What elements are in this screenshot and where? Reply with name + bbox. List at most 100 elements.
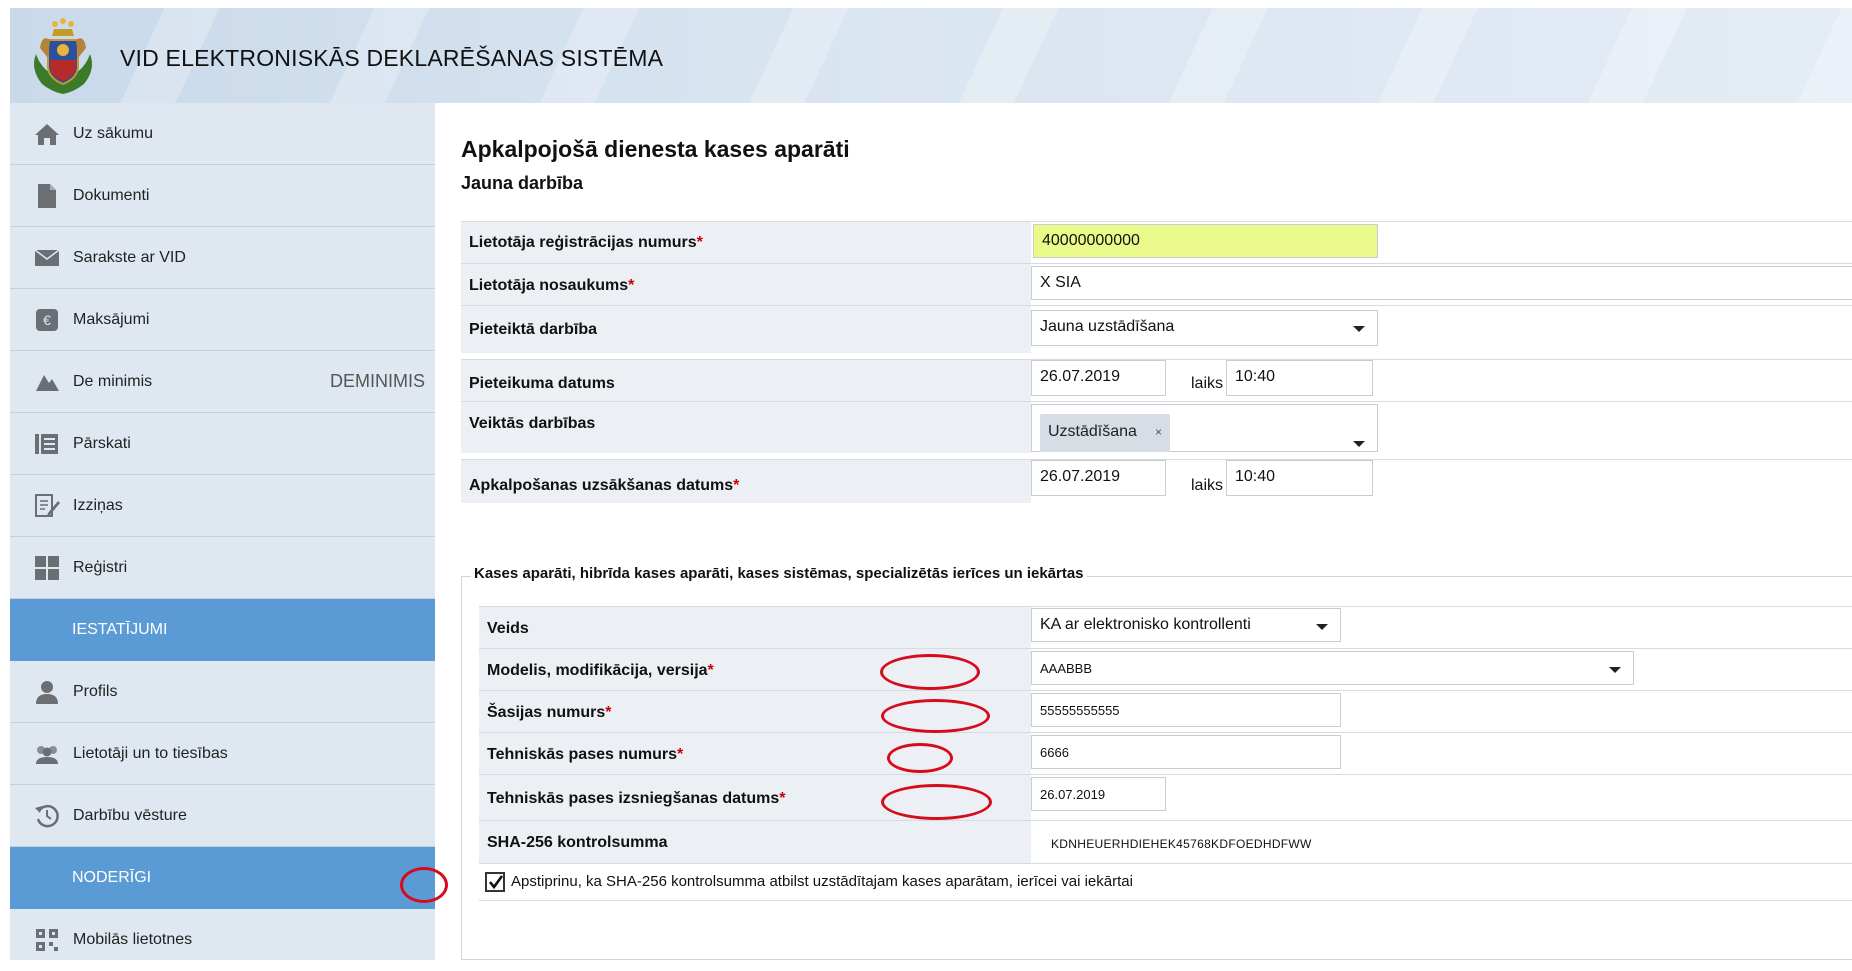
- reports-icon: [32, 429, 62, 459]
- form-row-passport-date: Tehniskās pases izsniegšanas datums* 26.…: [479, 774, 1852, 820]
- sidebar-item-label: Maksājumi: [73, 310, 150, 328]
- sidebar-section-useful: NODERĪGI: [10, 847, 435, 909]
- sidebar-item-label: Izziņas: [73, 496, 123, 514]
- passport-date-input[interactable]: 26.07.2019: [1031, 777, 1166, 811]
- grid-icon: [32, 553, 62, 583]
- device-type-select[interactable]: KA ar elektronisko kontrollenti: [1031, 608, 1341, 642]
- field-label: Veiktās darbības: [469, 415, 596, 432]
- field-cell: 26.07.2019: [1031, 775, 1852, 820]
- field-cell: Jauna uzstādīšana: [1031, 306, 1852, 353]
- field-label: Pieteikuma datums: [469, 375, 615, 392]
- field-label: Šasijas numurs*: [487, 704, 612, 721]
- app-header: VID ELEKTRONISKĀS DEKLARĒŠANAS SISTĒMA: [10, 8, 1852, 103]
- sidebar-item-label: Mobilās lietotnes: [73, 931, 193, 948]
- field-cell: 6666: [1031, 733, 1852, 774]
- field-cell: KA ar elektronisko kontrollenti: [1031, 607, 1852, 648]
- field-label: Veids: [487, 620, 529, 637]
- form-row-sha: SHA-256 kontrolsumma KDNHEUERHDIEHEK4576…: [479, 820, 1852, 863]
- field-cell: KDNHEUERHDIEHEK45768KDFOEDHDFWW: [1031, 821, 1852, 863]
- sidebar-item-label: Dokumenti: [73, 186, 150, 204]
- sidebar-item-label: De minimis: [73, 372, 153, 390]
- chevron-down-icon: [1353, 326, 1365, 332]
- checkmark-icon: [488, 875, 504, 890]
- sidebar-item-history[interactable]: Darbību vēsture: [10, 785, 435, 847]
- field-label: Tehniskās pases izsniegšanas datums*: [487, 790, 786, 807]
- sidebar-nav: Uz sākumu Dokumenti Sarakste ar VID € Ma…: [10, 103, 435, 960]
- sidebar-item-mobile-apps[interactable]: Mobilās lietotnes: [10, 909, 435, 971]
- chevron-down-icon: [1353, 441, 1365, 447]
- field-label: Tehniskās pases numurs*: [487, 746, 684, 763]
- form-row-user-name: Lietotāja nosaukums* X SIA: [461, 263, 1852, 305]
- document-icon: [32, 181, 62, 211]
- form-row-performed-actions: Veiktās darbības Uzstādīšana ×: [461, 401, 1852, 453]
- sidebar-item-registers[interactable]: Reģistri: [10, 537, 435, 599]
- home-icon: [32, 119, 62, 149]
- action-select[interactable]: Jauna uzstādīšana: [1031, 310, 1378, 346]
- sidebar-item-label: Profils: [73, 682, 118, 700]
- main-content: Apkalpojošā dienesta kases aparāti Jauna…: [400, 103, 1852, 960]
- sidebar-item-users[interactable]: Lietotāji un to tiesības: [10, 723, 435, 785]
- app-title: VID ELEKTRONISKĀS DEKLARĒŠANAS SISTĒMA: [120, 45, 664, 71]
- sidebar-item-payments[interactable]: € Maksājumi: [10, 289, 435, 351]
- qr-icon: [32, 925, 62, 955]
- performed-actions-multiselect[interactable]: Uzstādīšana ×: [1031, 404, 1378, 452]
- users-icon: [32, 739, 62, 769]
- application-date-input[interactable]: 26.07.2019: [1031, 360, 1166, 396]
- sidebar-item-documents[interactable]: Dokumenti: [10, 165, 435, 227]
- sidebar-item-reports[interactable]: Pārskati: [10, 413, 435, 475]
- envelope-icon: [32, 243, 62, 273]
- svg-text:€: €: [43, 312, 51, 328]
- passport-number-input[interactable]: 6666: [1031, 735, 1341, 769]
- sidebar-item-profile[interactable]: Profils: [10, 661, 435, 723]
- deminimis-badge: DEMINIMIS: [329, 371, 425, 391]
- field-label: Pieteiktā darbība: [469, 321, 598, 338]
- field-label: Lietotāja nosaukums*: [469, 277, 635, 294]
- confirm-checkbox[interactable]: [485, 872, 505, 892]
- selected-chip: Uzstādīšana ×: [1040, 414, 1170, 452]
- form-row-action: Pieteiktā darbība Jauna uzstādīšana: [461, 305, 1852, 353]
- model-select[interactable]: AAABBB: [1031, 651, 1634, 685]
- service-start-time-input[interactable]: 10:40: [1226, 460, 1373, 496]
- reg-number-input[interactable]: 40000000000: [1033, 224, 1378, 258]
- sidebar-item-label: Reģistri: [73, 558, 128, 576]
- form-row-chassis: Šasijas numurs* 55555555555: [479, 690, 1852, 732]
- sidebar-item-label: Lietotāji un to tiesības: [73, 744, 228, 762]
- sidebar-item-de-minimis[interactable]: De minimis DEMINIMIS: [10, 351, 435, 413]
- user-icon: [32, 677, 62, 707]
- time-label: laiks: [1191, 477, 1224, 494]
- field-cell: Uzstādīšana ×: [1031, 402, 1852, 453]
- sha-checksum-value: KDNHEUERHDIEHEK45768KDFOEDHDFWW: [1051, 837, 1312, 851]
- field-cell: X SIA: [1031, 264, 1852, 305]
- confirm-label: Apstiprinu, ka SHA-256 kontrolsumma atbi…: [511, 873, 1133, 890]
- history-icon: [32, 801, 62, 831]
- page-title: Apkalpojošā dienesta kases aparāti: [461, 136, 850, 162]
- chevron-down-icon: [1609, 667, 1621, 673]
- coat-of-arms-logo: [34, 18, 92, 94]
- sidebar-section-settings: IESTATĪJUMI: [10, 599, 435, 661]
- page-subtitle: Jauna darbība: [461, 173, 584, 193]
- chassis-number-input[interactable]: 55555555555: [1031, 693, 1341, 727]
- field-cell: 55555555555: [1031, 691, 1852, 732]
- sidebar-item-messages[interactable]: Sarakste ar VID: [10, 227, 435, 289]
- section-label: NODERĪGI: [72, 869, 152, 886]
- field-label: SHA-256 kontrolsumma: [487, 834, 668, 851]
- field-label: Lietotāja reģistrācijas numurs*: [469, 234, 703, 251]
- form-row-service-start: Apkalpošanas uzsākšanas datums* 26.07.20…: [461, 459, 1852, 503]
- service-start-date-input[interactable]: 26.07.2019: [1031, 460, 1166, 496]
- application-time-input[interactable]: 10:40: [1226, 360, 1373, 396]
- euro-icon: €: [32, 305, 62, 335]
- certificate-icon: [32, 491, 62, 521]
- form-row-reg-number: Lietotāja reģistrācijas numurs* 40000000…: [461, 221, 1852, 263]
- sidebar-item-home[interactable]: Uz sākumu: [10, 103, 435, 165]
- field-cell: 40000000000: [1031, 222, 1852, 263]
- sidebar-item-certificates[interactable]: Izziņas: [10, 475, 435, 537]
- sidebar-item-label: Pārskati: [73, 434, 131, 452]
- field-cell: AAABBB: [1031, 649, 1852, 690]
- sidebar-item-label: Darbību vēsture: [73, 806, 187, 824]
- chip-remove-icon[interactable]: ×: [1155, 425, 1162, 439]
- field-label: Apkalpošanas uzsākšanas datums*: [469, 477, 740, 494]
- form-row-passport-number: Tehniskās pases numurs* 6666: [479, 732, 1852, 774]
- section-label: IESTATĪJUMI: [72, 621, 168, 638]
- user-name-input[interactable]: X SIA: [1031, 266, 1852, 300]
- field-label: Modelis, modifikācija, versija*: [487, 662, 714, 679]
